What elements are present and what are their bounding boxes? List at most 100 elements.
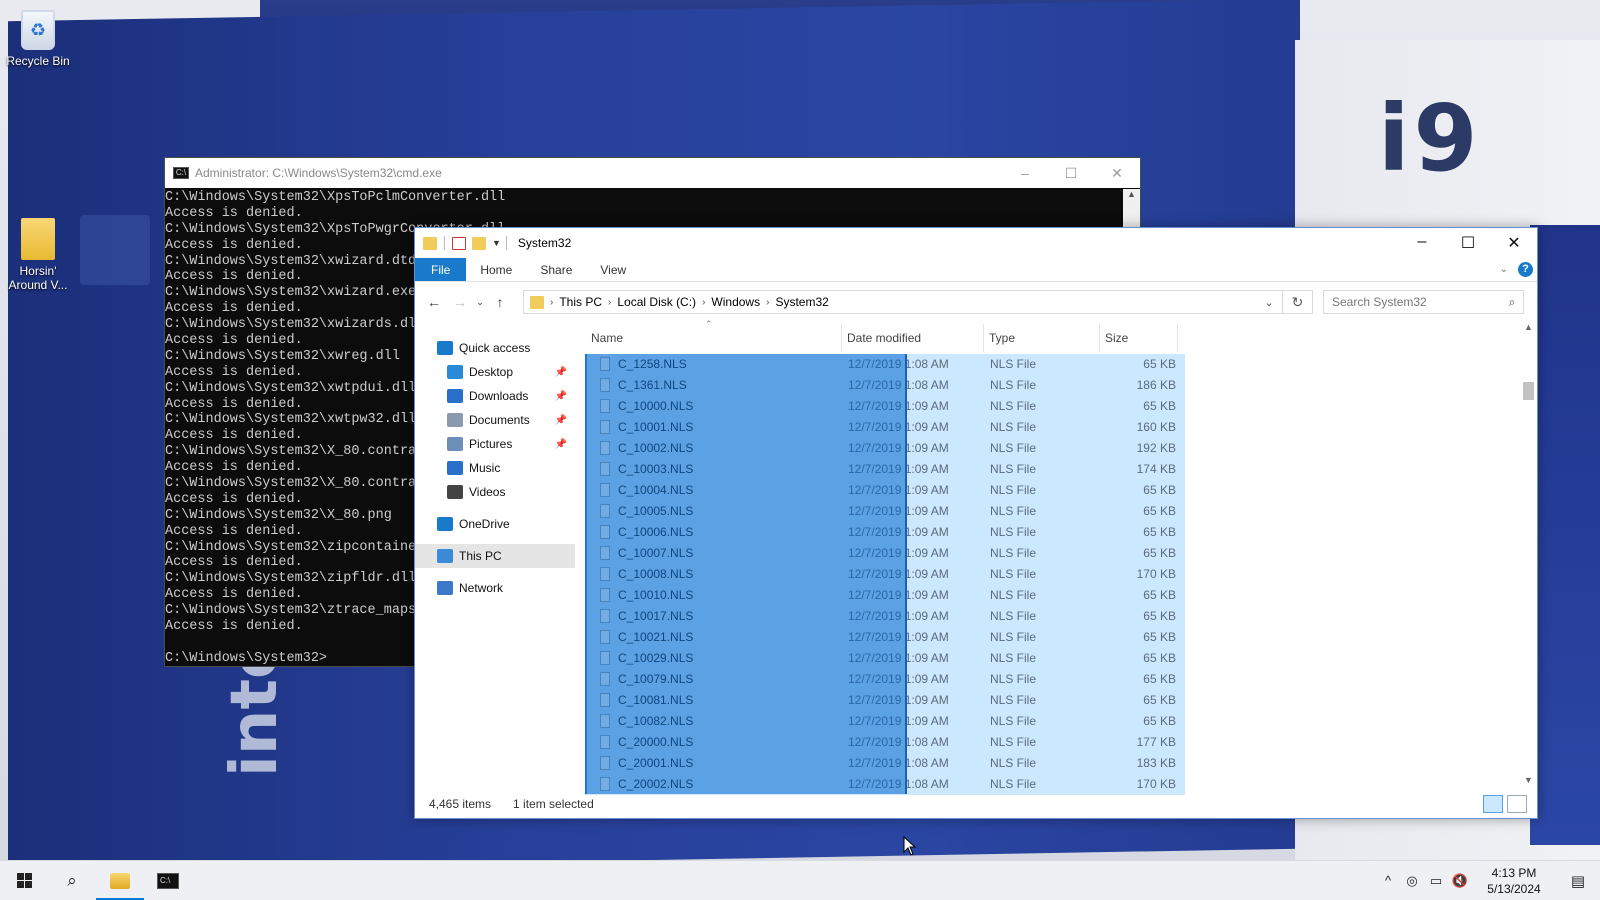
cmd-line: Access is denied.	[165, 205, 303, 221]
scroll-thumb[interactable]	[1523, 382, 1534, 400]
nav-item-documents[interactable]: Documents 📌	[415, 408, 575, 432]
documents-icon	[447, 413, 463, 427]
column-divider[interactable]	[1177, 324, 1178, 352]
column-type[interactable]: Type	[989, 331, 1015, 345]
windows-icon	[16, 873, 32, 888]
up-button[interactable]: ↑	[487, 294, 513, 310]
file-type: NLS File	[990, 693, 1037, 707]
desktop-icon-recycle-bin[interactable]: Recycle Bin	[0, 10, 76, 68]
maximize-button[interactable]: ☐	[1445, 233, 1491, 253]
back-button[interactable]: ←	[421, 294, 447, 310]
breadcrumb-system32[interactable]: System32	[775, 295, 828, 309]
chevron-right-icon[interactable]: ›	[550, 297, 553, 308]
file-type: NLS File	[990, 735, 1037, 749]
chevron-up-icon[interactable]: ^	[1376, 873, 1400, 888]
notifications-icon[interactable]: ▤	[1556, 872, 1600, 890]
desktop-icon-folder[interactable]: Horsin' Around V...	[0, 218, 76, 292]
file-size: 174 KB	[1136, 462, 1176, 476]
pin-icon[interactable]: 📌	[555, 415, 567, 426]
nav-item-pictures[interactable]: Pictures 📌	[415, 432, 575, 456]
column-size[interactable]: Size	[1105, 331, 1128, 345]
clock-time: 4:13 PM	[1491, 865, 1537, 880]
details-view-icon[interactable]	[1483, 795, 1503, 813]
close-button[interactable]: ✕	[1491, 233, 1537, 253]
file-list[interactable]: ⌃ Name Date modified Type Size C_1258.NL…	[585, 319, 1525, 795]
column-name[interactable]: Name	[591, 331, 623, 345]
search-icon[interactable]: ⌕	[1501, 295, 1523, 310]
breadcrumb-local-disk[interactable]: Local Disk (C:)	[617, 295, 696, 309]
chevron-right-icon[interactable]: ›	[702, 297, 705, 308]
recent-locations-icon[interactable]: ⌄	[473, 297, 487, 308]
vertical-scrollbar[interactable]: ▲ ▼	[1520, 322, 1537, 792]
pin-icon[interactable]: 📌	[555, 391, 567, 402]
chevron-down-icon[interactable]: ⌄	[1256, 296, 1282, 309]
status-bar: 4,465 items 1 item selected	[415, 790, 1537, 818]
help-icon[interactable]: ?	[1518, 262, 1533, 277]
nav-item-videos[interactable]: Videos	[415, 480, 575, 504]
explorer-window[interactable]: ▼ System32 – ☐ ✕ File Home Share View ⌄ …	[414, 227, 1538, 819]
nav-item-music[interactable]: Music	[415, 456, 575, 480]
file-size: 192 KB	[1136, 441, 1176, 455]
taskbar-file-explorer[interactable]	[96, 861, 144, 900]
nav-item-label: Downloads	[469, 389, 529, 403]
nav-item-desktop[interactable]: Desktop 📌	[415, 360, 575, 384]
chevron-right-icon[interactable]: ›	[766, 297, 769, 308]
tab-file[interactable]: File	[415, 258, 467, 281]
breadcrumb-windows[interactable]: Windows	[711, 295, 760, 309]
file-type: NLS File	[990, 672, 1037, 686]
tab-view[interactable]: View	[586, 258, 640, 281]
pin-icon[interactable]: 📌	[555, 439, 567, 450]
forward-button[interactable]: →	[447, 294, 473, 310]
column-date-modified[interactable]: Date modified	[847, 331, 921, 345]
file-type: NLS File	[990, 357, 1037, 371]
column-divider[interactable]	[841, 324, 842, 352]
scroll-up-icon[interactable]: ▲	[1520, 322, 1537, 339]
search-placeholder: Search System32	[1332, 295, 1427, 309]
explorer-title-bar[interactable]: ▼ System32 – ☐ ✕	[415, 228, 1537, 258]
address-bar[interactable]: › This PC › Local Disk (C:) › Windows › …	[523, 290, 1283, 314]
meet-now-icon[interactable]: ◎	[1400, 873, 1424, 889]
nav-item-quick-access[interactable]: Quick access	[415, 336, 575, 360]
nav-item-label: OneDrive	[459, 517, 510, 531]
nav-item-this-pc[interactable]: This PC	[415, 544, 575, 568]
divider	[505, 236, 507, 250]
file-size: 65 KB	[1143, 483, 1176, 497]
large-icons-view-icon[interactable]	[1507, 795, 1527, 813]
column-divider[interactable]	[983, 324, 984, 352]
selection-edge	[585, 354, 587, 794]
maximize-button[interactable]: ☐	[1048, 165, 1094, 182]
volume-muted-icon[interactable]: 🔇	[1448, 873, 1472, 889]
file-size: 65 KB	[1143, 504, 1176, 518]
network-icon[interactable]: ▭	[1424, 873, 1448, 889]
search-input[interactable]: Search System32 ⌕	[1323, 290, 1524, 314]
search-button[interactable]: ⌕	[48, 861, 96, 900]
close-button[interactable]: ✕	[1094, 165, 1140, 182]
pin-icon[interactable]: 📌	[555, 367, 567, 378]
minimize-button[interactable]: –	[1399, 233, 1445, 253]
taskbar-command-prompt[interactable]: C:\	[144, 861, 192, 900]
selection-rectangle	[585, 354, 905, 794]
nav-item-downloads[interactable]: Downloads 📌	[415, 384, 575, 408]
cmd-title-bar[interactable]: C:\ Administrator: C:\Windows\System32\c…	[165, 158, 1140, 188]
customize-toolbar-icon[interactable]: ▼	[492, 238, 501, 248]
properties-icon[interactable]	[452, 236, 466, 250]
desktop: i9 intel CORE Recycle Bin Horsin' Around…	[0, 0, 1600, 860]
desktop-icon-label: Recycle Bin	[6, 54, 70, 68]
chevron-right-icon[interactable]: ›	[608, 297, 611, 308]
nav-item-network[interactable]: Network	[415, 576, 575, 600]
start-button[interactable]	[0, 861, 48, 900]
nav-item-onedrive[interactable]: OneDrive	[415, 512, 575, 536]
scroll-up-icon[interactable]: ▲	[1123, 189, 1140, 205]
tab-share[interactable]: Share	[526, 258, 586, 281]
clock[interactable]: 4:13 PM 5/13/2024	[1472, 865, 1556, 897]
new-folder-icon[interactable]	[472, 236, 486, 250]
tab-home[interactable]: Home	[466, 258, 526, 281]
wallpaper-chip	[80, 215, 150, 285]
refresh-button[interactable]: ↻	[1283, 290, 1313, 314]
file-type: NLS File	[990, 399, 1037, 413]
expand-ribbon-icon[interactable]: ⌄	[1500, 264, 1508, 275]
column-divider[interactable]	[1099, 324, 1100, 352]
breadcrumb-this-pc[interactable]: This PC	[559, 295, 602, 309]
minimize-button[interactable]: –	[1002, 165, 1048, 182]
navigation-pane[interactable]: Quick access Desktop 📌 Downloads 📌 Documents 📌…	[415, 322, 575, 792]
